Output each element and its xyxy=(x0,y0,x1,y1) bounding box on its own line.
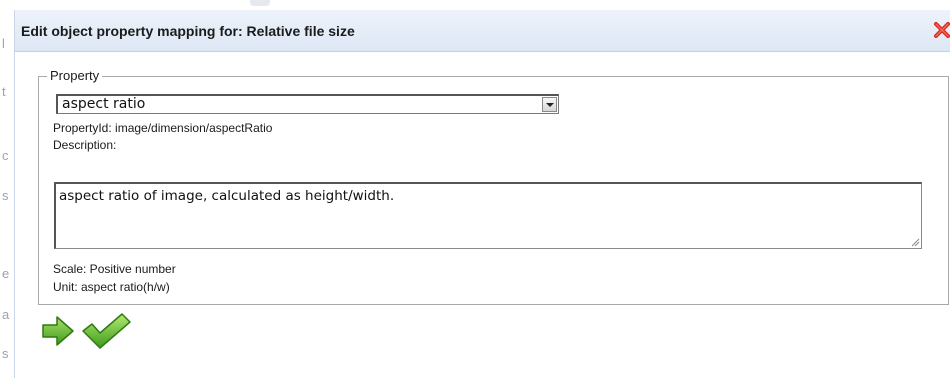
background-text: e xyxy=(2,266,10,281)
close-x-icon[interactable] xyxy=(933,21,950,39)
property-fieldset: Property aspect ratio PropertyId: image/… xyxy=(38,68,949,305)
dialog-title: Edit object property mapping for: Relati… xyxy=(21,23,355,39)
description-label: Description: xyxy=(53,138,117,152)
unit-text: Unit: aspect ratio(h/w) xyxy=(53,280,170,294)
description-text: aspect ratio of image, calculated as hei… xyxy=(59,188,395,204)
scale-text: Scale: Positive number xyxy=(53,262,176,276)
green-arrow-right-icon[interactable] xyxy=(41,314,75,348)
property-id-text: PropertyId: image/dimension/aspectRatio xyxy=(53,121,273,135)
background-text: a xyxy=(2,307,10,322)
background-text: c xyxy=(2,148,9,163)
green-checkmark-icon[interactable] xyxy=(80,311,132,351)
property-select[interactable]: aspect ratio xyxy=(56,94,559,114)
property-mapping-dialog: Edit object property mapping for: Relati… xyxy=(14,10,950,378)
property-legend: Property xyxy=(47,68,103,84)
background-element xyxy=(250,0,270,6)
description-textarea[interactable]: aspect ratio of image, calculated as hei… xyxy=(54,182,922,249)
page: l t c s e a s Edit object property mappi… xyxy=(0,0,950,378)
dialog-titlebar: Edit object property mapping for: Relati… xyxy=(15,10,950,52)
background-text: s xyxy=(2,188,9,203)
background-text: t xyxy=(2,84,6,99)
background-text: l xyxy=(2,36,5,51)
background-text: s xyxy=(2,346,9,361)
background-page-strip: l t c s e a s xyxy=(0,0,14,378)
resize-grip-icon[interactable] xyxy=(910,237,920,247)
property-select-value: aspect ratio xyxy=(62,96,146,112)
chevron-down-icon[interactable] xyxy=(542,97,557,112)
